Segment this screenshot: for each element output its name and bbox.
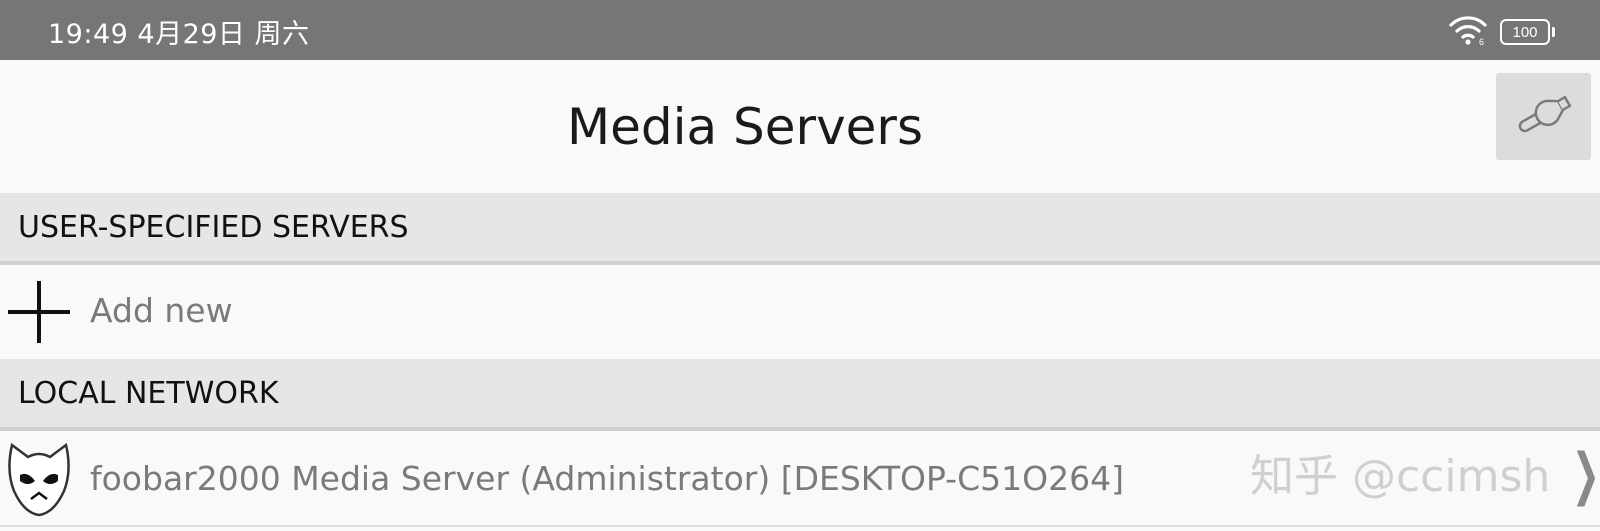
server-list-item[interactable]: foobar2000 Media Server (Administrator) …: [0, 431, 1600, 527]
plus-icon: [6, 279, 72, 349]
app-header: Media Servers: [0, 60, 1600, 193]
status-time: 19:49 4月29日 周六: [48, 19, 310, 50]
status-bar: 19:49 4月29日 周六 6 100: [0, 0, 1600, 60]
section-header-local-network: LOCAL NETWORK: [0, 359, 1600, 431]
section-label-user-specified: USER-SPECIFIED SERVERS: [18, 210, 409, 245]
wrench-icon: [1511, 89, 1577, 145]
foobar2000-alien-icon: [6, 441, 72, 521]
server-name: foobar2000 Media Server (Administrator) …: [90, 459, 1124, 498]
add-new-server-row[interactable]: Add new: [0, 265, 1600, 359]
page-title: Media Servers: [566, 98, 924, 156]
battery-icon: 100: [1500, 19, 1555, 45]
settings-button[interactable]: [1496, 73, 1591, 160]
wifi-icon: 6: [1448, 14, 1488, 50]
add-new-label: Add new: [90, 291, 233, 330]
status-icons: 6 100: [1448, 14, 1555, 50]
section-label-local-network: LOCAL NETWORK: [18, 376, 279, 411]
chevron-right-icon: ❯: [1571, 442, 1600, 507]
svg-text:6: 6: [1479, 37, 1484, 46]
section-header-user-specified: USER-SPECIFIED SERVERS: [0, 193, 1600, 265]
